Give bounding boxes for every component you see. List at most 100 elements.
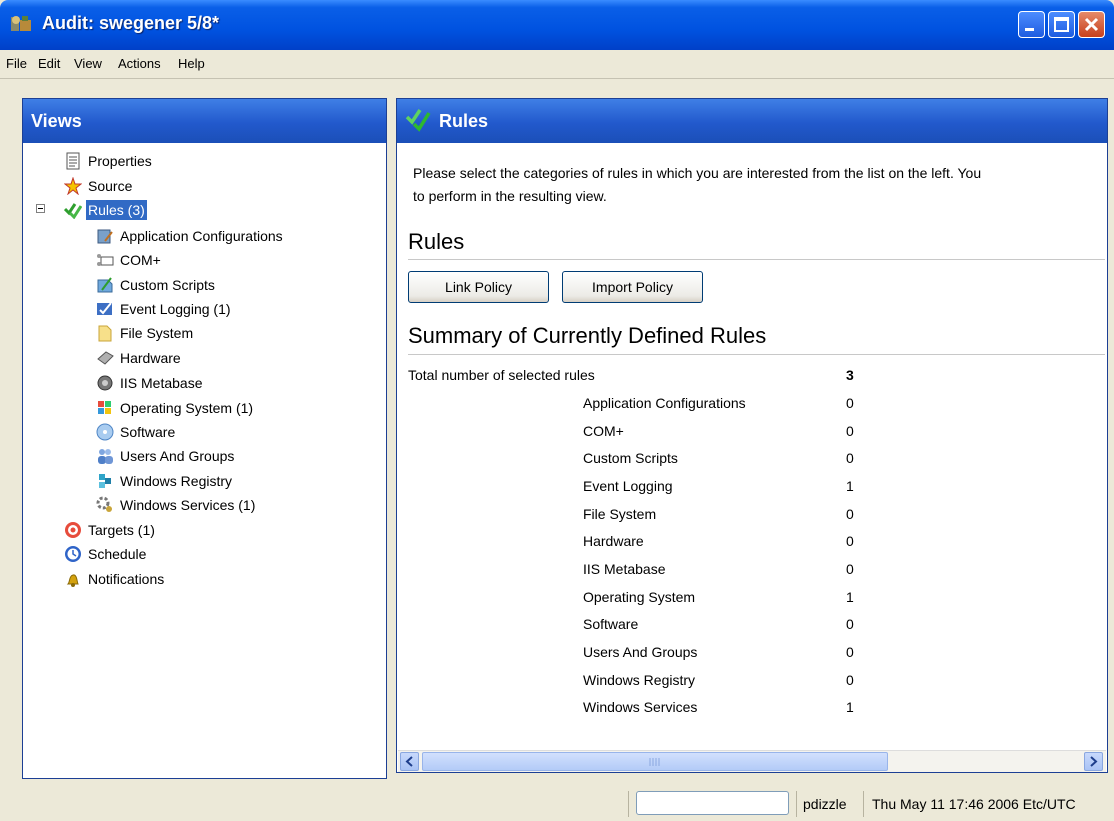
- summary-heading: Summary of Currently Defined Rules: [408, 323, 767, 348]
- tree-label: Notifications: [88, 571, 165, 587]
- app-config-icon: [96, 227, 114, 245]
- link-policy-button[interactable]: Link Policy: [408, 271, 549, 303]
- summary-row-count: 0: [846, 395, 854, 411]
- users-icon: [96, 447, 114, 465]
- title-bar[interactable]: Audit: swegener 5/8*: [0, 0, 1114, 50]
- menu-edit[interactable]: Edit: [38, 56, 60, 71]
- tree-label: Users And Groups: [120, 448, 235, 464]
- summary-row-count: 0: [846, 616, 854, 632]
- software-cd-icon: [96, 423, 114, 441]
- views-panel-header: Views: [23, 99, 386, 143]
- tree-label: Schedule: [88, 546, 147, 562]
- rules-section-heading: Rules: [408, 229, 465, 254]
- summary-row-category: Users And Groups: [583, 644, 698, 660]
- summary-row-count: 0: [846, 423, 854, 439]
- minimize-icon: [1025, 28, 1034, 31]
- bell-icon: [64, 570, 82, 588]
- folder-icon: [96, 324, 114, 342]
- total-label: Total number of selected rules: [408, 367, 595, 383]
- target-icon: [64, 521, 82, 539]
- tree-label: Targets (1): [88, 522, 155, 538]
- tree-label: Application Configurations: [120, 228, 283, 244]
- tree-label: Software: [120, 424, 176, 440]
- divider: [408, 259, 1105, 260]
- status-separator: [863, 791, 864, 817]
- import-policy-button[interactable]: Import Policy: [562, 271, 703, 303]
- summary-row-count: 0: [846, 450, 854, 466]
- tree-label: Windows Registry: [120, 473, 233, 489]
- chevron-right-icon: [1090, 756, 1098, 767]
- total-value: 3: [846, 367, 854, 383]
- summary-row-count: 1: [846, 699, 854, 715]
- summary-row-category: Application Configurations: [583, 395, 746, 411]
- summary-row-category: Software: [583, 616, 639, 632]
- summary-row-category: Operating System: [583, 589, 696, 605]
- status-progress-field: [636, 791, 789, 815]
- scroll-thumb[interactable]: [422, 752, 888, 771]
- tree-label: File System: [120, 325, 194, 341]
- menu-bar: File Edit View Actions Help: [0, 50, 1114, 79]
- divider: [408, 354, 1105, 355]
- menu-file[interactable]: File: [6, 56, 27, 71]
- com-icon: [96, 251, 114, 269]
- maximize-button[interactable]: [1048, 11, 1075, 38]
- summary-row-count: 0: [846, 506, 854, 522]
- window-title: Audit: swegener 5/8*: [42, 13, 220, 33]
- summary-row-count: 0: [846, 644, 854, 660]
- status-separator: [628, 791, 629, 817]
- tree-label: Event Logging (1): [120, 301, 231, 317]
- tree-label: Custom Scripts: [120, 277, 215, 293]
- maximize-icon: [1054, 17, 1069, 32]
- summary-row-count: 0: [846, 561, 854, 577]
- summary-row-category: IIS Metabase: [583, 561, 666, 577]
- close-button[interactable]: [1078, 11, 1105, 38]
- grip-icon: [649, 758, 660, 766]
- tree-label: Properties: [88, 153, 152, 169]
- rules-panel-header: Rules: [397, 99, 1107, 143]
- scroll-left-button[interactable]: [400, 752, 419, 771]
- summary-row-count: 1: [846, 478, 854, 494]
- hardware-icon: [96, 349, 114, 367]
- summary-row-category: File System: [583, 506, 657, 522]
- summary-row-count: 1: [846, 589, 854, 605]
- clock-icon: [64, 545, 82, 563]
- properties-icon: [64, 152, 82, 170]
- intro-text-line2: to perform in the resulting view.: [413, 188, 607, 204]
- menu-actions[interactable]: Actions: [118, 56, 161, 71]
- event-log-icon: [96, 300, 114, 318]
- rules-checkmark-icon: [63, 201, 83, 220]
- scroll-right-button[interactable]: [1084, 752, 1103, 771]
- summary-row-category: Windows Registry: [583, 672, 696, 688]
- minimize-button[interactable]: [1018, 11, 1045, 38]
- tree-label: COM+: [120, 252, 161, 268]
- horizontal-scrollbar[interactable]: [398, 750, 1106, 772]
- script-icon: [96, 276, 114, 294]
- summary-row-count: 0: [846, 672, 854, 688]
- iis-icon: [96, 374, 114, 392]
- views-panel-title: Views: [31, 111, 82, 131]
- menu-view[interactable]: View: [74, 56, 102, 71]
- rules-collapse-toggle[interactable]: [36, 204, 45, 213]
- close-icon: [1084, 17, 1099, 32]
- tree-label: Windows Services (1): [120, 497, 256, 513]
- app-icon: [10, 14, 32, 34]
- tree-label: Rules (3): [86, 200, 147, 220]
- star-icon: [63, 176, 83, 196]
- status-user: pdizzle: [803, 796, 847, 812]
- summary-row-category: Event Logging: [583, 478, 673, 494]
- tree-label: Operating System (1): [120, 400, 254, 416]
- intro-text-line1: Please select the categories of rules in…: [413, 165, 982, 181]
- summary-row-category: Windows Services: [583, 699, 698, 715]
- tree-label: IIS Metabase: [120, 375, 203, 391]
- summary-row-category: Hardware: [583, 533, 644, 549]
- tree-label: Source: [88, 178, 133, 194]
- chevron-left-icon: [405, 756, 413, 767]
- summary-row-count: 0: [846, 533, 854, 549]
- services-gear-icon: [96, 496, 114, 514]
- rules-panel-title: Rules: [439, 111, 489, 131]
- status-separator: [796, 791, 797, 817]
- os-icon: [96, 399, 114, 417]
- summary-row-category: Custom Scripts: [583, 450, 678, 466]
- summary-row-category: COM+: [583, 423, 624, 439]
- menu-help[interactable]: Help: [178, 56, 205, 71]
